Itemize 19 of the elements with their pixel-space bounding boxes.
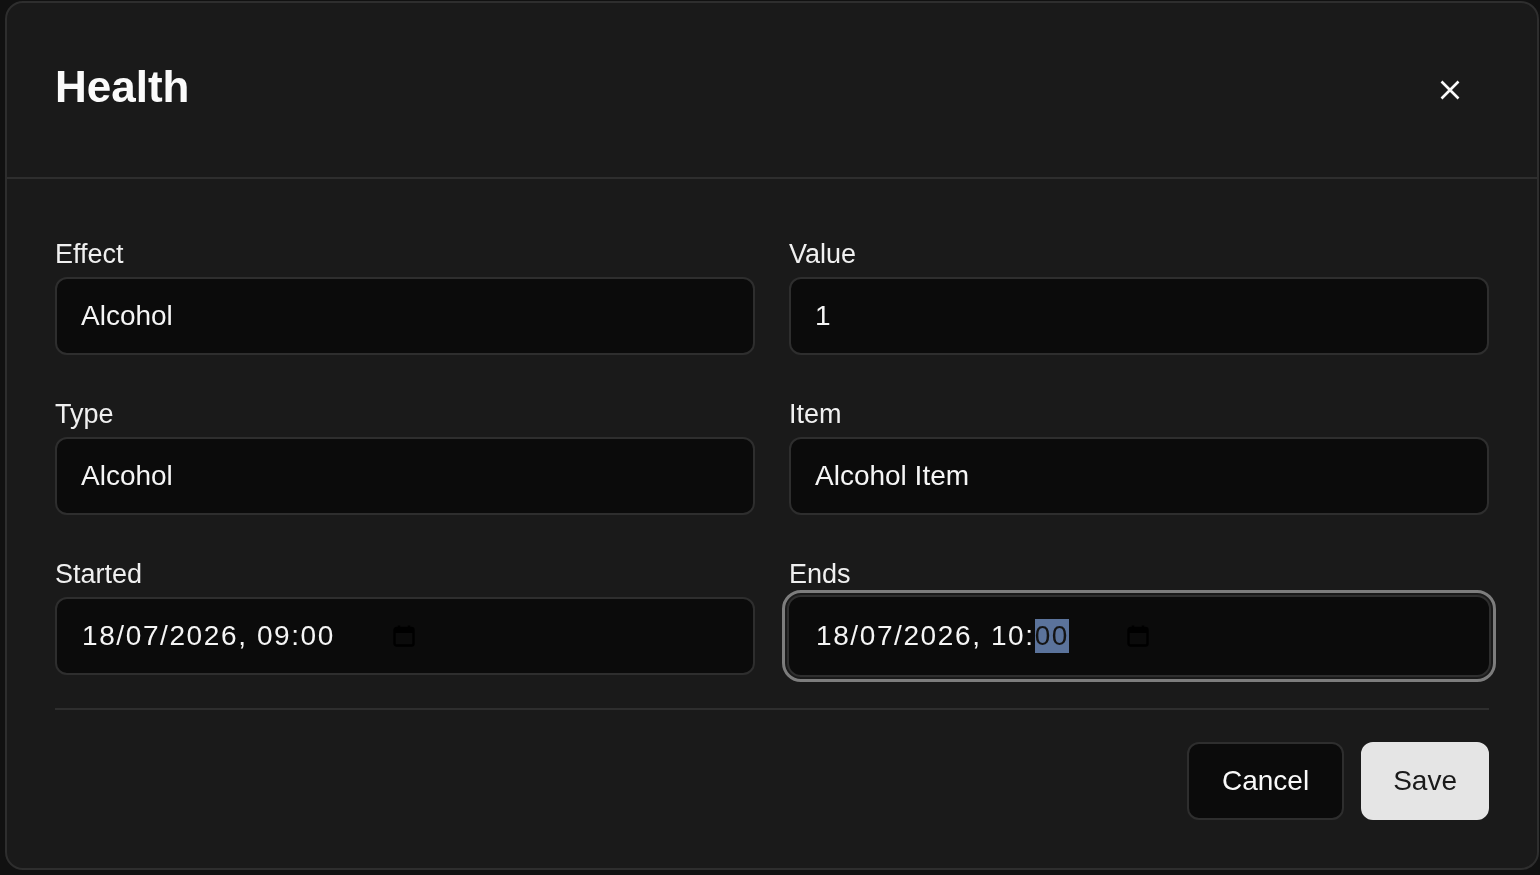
date-time-field[interactable]: 18/07/2026, 09:00 bbox=[55, 597, 755, 675]
field-label: Effect bbox=[55, 239, 124, 269]
field-value: 18/07/2026, 09:00 bbox=[82, 619, 335, 653]
text-field[interactable]: Alcohol bbox=[55, 437, 755, 515]
field-label: Item bbox=[789, 399, 842, 429]
field-label: Started bbox=[55, 559, 143, 589]
text-field[interactable]: Alcohol Item bbox=[789, 437, 1489, 515]
field-value: 18/07/2026, 10: bbox=[816, 619, 1035, 653]
field-label: Type bbox=[55, 399, 114, 429]
save-button[interactable]: Save bbox=[1361, 742, 1489, 820]
date-time-field[interactable]: 18/07/2026, 10:00 bbox=[782, 590, 1496, 682]
close-icon bbox=[1440, 80, 1460, 100]
dialog-title: Health bbox=[55, 61, 190, 113]
selected-text: 00 bbox=[1034, 619, 1069, 653]
cancel-button[interactable]: Cancel bbox=[1187, 742, 1345, 820]
field-label: Ends bbox=[789, 559, 851, 589]
field-label: Value bbox=[789, 239, 857, 269]
text-field[interactable]: 1 bbox=[789, 277, 1489, 355]
text-field[interactable]: Alcohol bbox=[55, 277, 755, 355]
